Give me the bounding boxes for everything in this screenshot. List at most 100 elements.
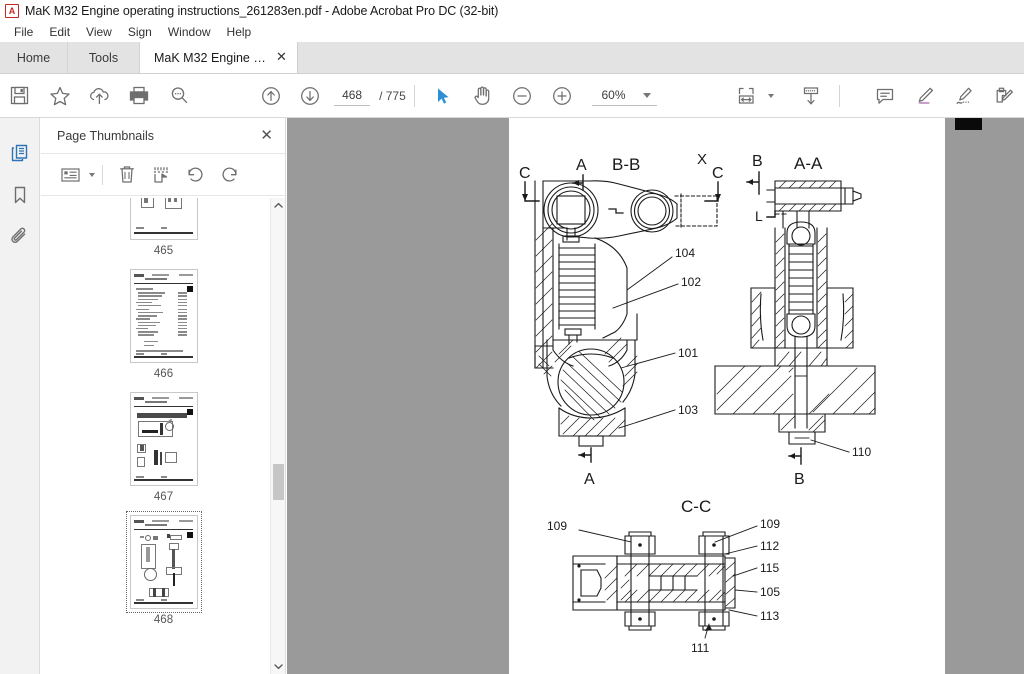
menu-bar: File Edit View Sign Window Help [0, 22, 1024, 42]
viewport-right-margin [945, 118, 1024, 674]
fit-width-button[interactable] [726, 74, 766, 118]
star-icon[interactable] [40, 74, 80, 118]
acrobat-icon: A [5, 4, 19, 18]
rotate-clockwise-button[interactable] [212, 158, 246, 192]
extract-pages-button[interactable] [144, 158, 178, 192]
menu-window[interactable]: Window [160, 23, 219, 41]
acrobat-window: A MaK M32 Engine operating instructions_… [0, 0, 1024, 674]
thumbnail-list: 465 466 467 468 [41, 198, 286, 626]
zoom-in-button[interactable] [542, 74, 582, 118]
svg-text:X: X [697, 151, 707, 168]
close-icon[interactable]: ✕ [260, 128, 273, 143]
scrollbar-thumb[interactable] [273, 464, 284, 500]
document-scrollbar-thumb[interactable] [955, 118, 982, 130]
thumbnail-image[interactable] [129, 392, 198, 486]
page-thumbnails-title: Page Thumbnails [57, 128, 155, 143]
technical-drawing: X B-B A C C A 104 102 101 103 A-A B L 11… [509, 118, 945, 674]
menu-sign[interactable]: Sign [120, 23, 160, 41]
fit-width-chevron-down-icon[interactable] [767, 93, 774, 98]
thumbnail-item[interactable]: 468 [41, 511, 286, 626]
thumbnail-item[interactable]: 465 [41, 198, 286, 257]
page-thumbnails-panel: Page Thumbnails ✕ 465 466 467 468 [41, 118, 286, 674]
thumbnail-page-label: 466 [153, 368, 174, 380]
svg-text:B: B [752, 153, 763, 170]
comment-icon[interactable] [865, 74, 905, 118]
svg-text:111: 111 [691, 641, 710, 655]
fill-and-sign-icon[interactable] [945, 74, 985, 118]
thumbnail-scrollbar[interactable] [270, 198, 285, 674]
svg-text:113: 113 [760, 609, 779, 623]
svg-text:C: C [519, 165, 531, 182]
cloud-upload-icon[interactable] [79, 74, 119, 118]
hand-tool-button[interactable] [462, 74, 502, 118]
thumbnail-scroll-area[interactable]: 465 466 467 468 [41, 198, 286, 674]
page-thumbnails-toolbar [41, 154, 285, 196]
page-thumbnails-header: Page Thumbnails ✕ [41, 118, 285, 154]
select-tool-button[interactable] [423, 74, 463, 118]
page-thumbnails-icon[interactable] [2, 132, 38, 174]
menu-file[interactable]: File [6, 23, 41, 41]
previous-page-button[interactable] [251, 74, 291, 118]
delete-pages-button[interactable] [110, 158, 144, 192]
zoom-level-value: 60% [601, 88, 626, 102]
zoom-level-combobox[interactable]: 60% [591, 85, 657, 106]
title-bar: A MaK M32 Engine operating instructions_… [0, 0, 1024, 22]
svg-text:102: 102 [681, 275, 701, 289]
page-navigation: / 775 [334, 85, 406, 106]
print-icon[interactable] [119, 74, 159, 118]
page-total-label: / 775 [379, 88, 406, 103]
thumbnail-size-options-button[interactable] [53, 158, 87, 192]
thumbnail-item[interactable]: 467 [41, 392, 286, 503]
close-icon[interactable]: ✕ [276, 51, 287, 64]
menu-view[interactable]: View [78, 23, 120, 41]
navigation-rail [0, 118, 40, 674]
bookmark-icon[interactable] [2, 174, 38, 216]
svg-text:110: 110 [852, 445, 871, 459]
tab-document[interactable]: MaK M32 Engine o... ✕ [140, 42, 298, 73]
svg-text:104: 104 [675, 246, 695, 260]
svg-text:109: 109 [760, 517, 780, 531]
thumbnail-image-selected[interactable] [125, 511, 202, 613]
svg-text:A-A: A-A [794, 154, 823, 173]
svg-text:101: 101 [678, 346, 698, 360]
thumbnail-page-label: 467 [153, 491, 174, 503]
highlight-icon[interactable] [905, 74, 945, 118]
menu-help[interactable]: Help [219, 23, 260, 41]
pdf-page[interactable]: X B-B A C C A 104 102 101 103 A-A B L 11… [509, 118, 945, 674]
svg-text:C: C [712, 165, 724, 182]
page-number-input[interactable] [334, 85, 371, 106]
svg-text:A: A [584, 471, 595, 488]
thumbnail-page-label: 468 [153, 614, 174, 626]
thumbnail-options-chevron-down-icon[interactable] [89, 172, 95, 177]
thumbnail-toolbar-divider [102, 164, 103, 185]
svg-text:B-B: B-B [612, 155, 640, 174]
svg-text:B: B [794, 471, 805, 488]
svg-text:103: 103 [678, 403, 698, 417]
tab-strip: Home Tools MaK M32 Engine o... ✕ [0, 42, 1024, 74]
scroll-mode-button[interactable] [791, 74, 831, 118]
tab-tools[interactable]: Tools [68, 42, 140, 73]
scroll-down-icon[interactable] [271, 659, 286, 674]
save-button[interactable] [0, 74, 40, 118]
chevron-down-icon[interactable] [642, 92, 651, 98]
window-title: MaK M32 Engine operating instructions_26… [25, 4, 499, 18]
toolbar-divider-1 [413, 84, 415, 107]
svg-text:A: A [576, 157, 587, 174]
edit-pdf-icon[interactable] [984, 74, 1024, 118]
next-page-button[interactable] [290, 74, 330, 118]
svg-text:L: L [755, 208, 763, 224]
menu-edit[interactable]: Edit [41, 23, 78, 41]
toolbar-divider-2 [838, 84, 840, 107]
document-viewport[interactable]: X B-B A C C A 104 102 101 103 A-A B L 11… [287, 118, 1024, 674]
rotate-counterclockwise-button[interactable] [178, 158, 212, 192]
svg-text:105: 105 [760, 585, 780, 599]
zoom-out-button[interactable] [502, 74, 542, 118]
search-icon[interactable] [159, 74, 199, 118]
attachment-icon[interactable] [2, 216, 38, 258]
thumbnail-image[interactable] [129, 198, 198, 240]
tab-home[interactable]: Home [0, 42, 68, 73]
thumbnail-image[interactable] [129, 269, 198, 363]
tab-document-label: MaK M32 Engine o... [154, 50, 266, 65]
scroll-up-icon[interactable] [271, 198, 286, 213]
thumbnail-item[interactable]: 466 [41, 269, 286, 380]
